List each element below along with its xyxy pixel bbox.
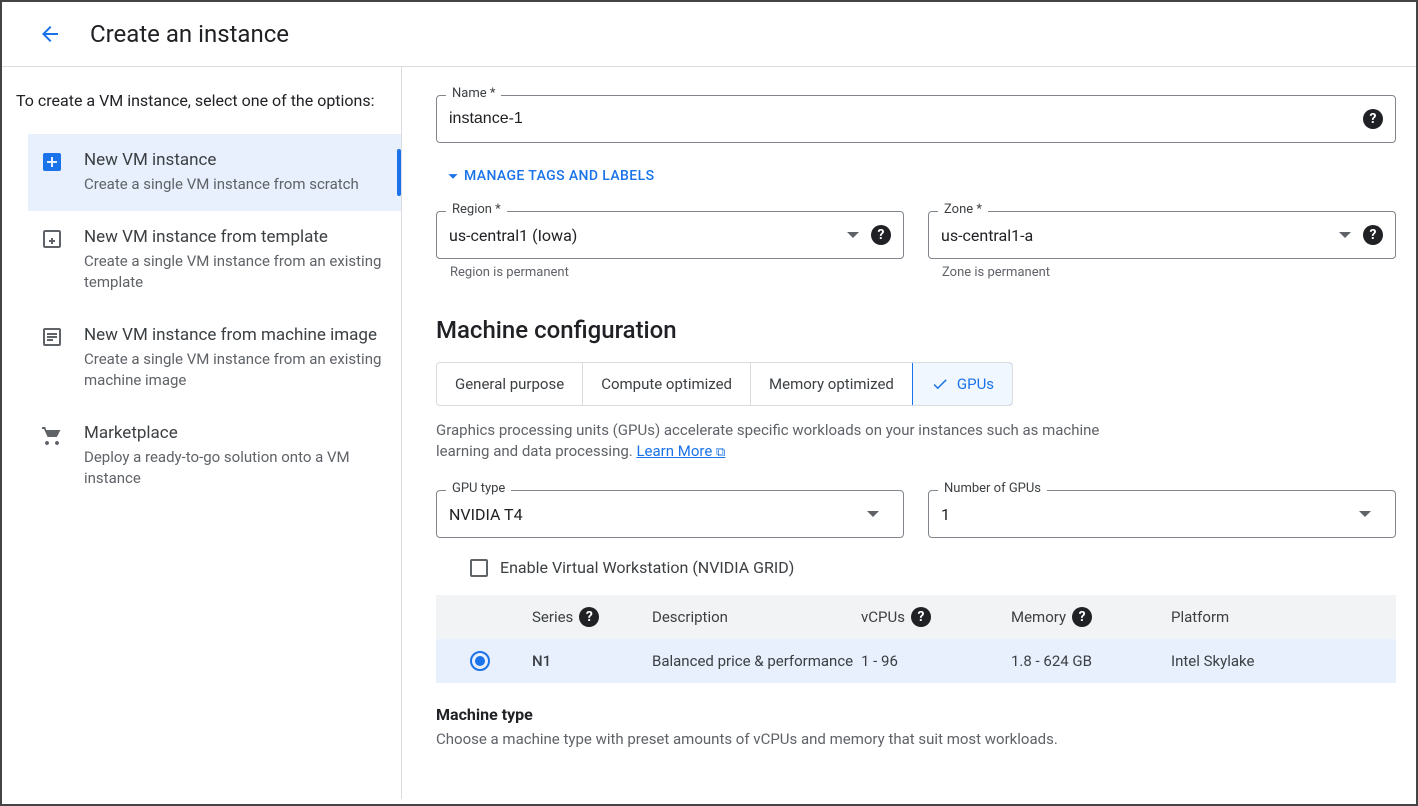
content-area: Name * ? MANAGE TAGS AND LABELS Region *… bbox=[402, 67, 1416, 799]
help-icon[interactable]: ? bbox=[579, 607, 599, 627]
series-name: N1 bbox=[532, 652, 652, 670]
name-label: Name * bbox=[446, 86, 501, 101]
manage-tags-label: MANAGE TAGS AND LABELS bbox=[464, 168, 654, 184]
sidebar-item-title: New VM instance from template bbox=[84, 227, 385, 247]
machine-image-icon bbox=[40, 325, 64, 349]
th-series: Series bbox=[532, 608, 573, 626]
help-icon[interactable]: ? bbox=[1072, 607, 1092, 627]
th-description: Description bbox=[652, 608, 861, 626]
series-row-n1[interactable]: N1 Balanced price & performance 1 - 96 1… bbox=[436, 639, 1396, 683]
sidebar-item-marketplace[interactable]: Marketplace Deploy a ready-to-go solutio… bbox=[28, 407, 401, 505]
chevron-down-icon bbox=[867, 511, 879, 517]
series-memory: 1.8 - 624 GB bbox=[1011, 652, 1171, 670]
tab-gpus[interactable]: GPUs bbox=[912, 362, 1013, 406]
back-arrow-icon[interactable] bbox=[38, 22, 62, 46]
sidebar-item-desc: Create a single VM instance from scratch bbox=[84, 174, 359, 195]
sidebar-item-title: Marketplace bbox=[84, 423, 385, 443]
gpu-type-label: GPU type bbox=[446, 481, 511, 496]
gpu-count-label: Number of GPUs bbox=[938, 481, 1047, 496]
external-link-icon: ⧉ bbox=[716, 445, 725, 460]
chevron-down-icon bbox=[1359, 511, 1371, 517]
gpu-count-field: Number of GPUs 1 bbox=[928, 490, 1396, 538]
tab-general-purpose[interactable]: General purpose bbox=[437, 363, 583, 405]
th-memory: Memory bbox=[1011, 608, 1066, 626]
series-platform: Intel Skylake bbox=[1171, 652, 1380, 670]
learn-more-link[interactable]: Learn More ⧉ bbox=[636, 442, 725, 460]
zone-value: us-central1-a bbox=[941, 226, 1339, 245]
th-vcpus: vCPUs bbox=[861, 608, 905, 626]
th-platform: Platform bbox=[1171, 608, 1380, 626]
sidebar-item-title: New VM instance from machine image bbox=[84, 325, 385, 345]
sidebar: To create a VM instance, select one of t… bbox=[2, 67, 402, 799]
page-header: Create an instance bbox=[2, 2, 1416, 67]
sidebar-item-new-vm[interactable]: New VM instance Create a single VM insta… bbox=[28, 134, 401, 211]
machine-config-heading: Machine configuration bbox=[436, 316, 1396, 344]
series-radio[interactable] bbox=[470, 651, 490, 671]
template-icon bbox=[40, 227, 64, 251]
help-icon[interactable]: ? bbox=[911, 607, 931, 627]
add-box-icon bbox=[40, 150, 64, 174]
manage-tags-labels-button[interactable]: MANAGE TAGS AND LABELS bbox=[442, 165, 1396, 187]
gpu-count-select[interactable]: 1 bbox=[928, 490, 1396, 538]
vws-checkbox-row: Enable Virtual Workstation (NVIDIA GRID) bbox=[470, 558, 1396, 577]
series-table-header: Series ? Description vCPUs ? Memory ? Pl… bbox=[436, 595, 1396, 639]
check-icon bbox=[931, 375, 949, 393]
gpu-tab-description: Graphics processing units (GPUs) acceler… bbox=[436, 420, 1136, 462]
sidebar-item-title: New VM instance bbox=[84, 150, 359, 170]
zone-field: Zone * us-central1-a ? bbox=[928, 211, 1396, 259]
region-field: Region * us-central1 (Iowa) ? bbox=[436, 211, 904, 259]
zone-select[interactable]: us-central1-a ? bbox=[928, 211, 1396, 259]
machine-type-desc: Choose a machine type with preset amount… bbox=[436, 730, 1396, 748]
zone-label: Zone * bbox=[938, 202, 988, 217]
region-label: Region * bbox=[446, 202, 507, 217]
machine-family-tabs: General purpose Compute optimized Memory… bbox=[436, 362, 1013, 406]
machine-type-heading: Machine type bbox=[436, 705, 1396, 724]
chevron-down-icon bbox=[442, 165, 464, 187]
zone-hint: Zone is permanent bbox=[942, 265, 1396, 280]
page-title: Create an instance bbox=[90, 20, 289, 48]
series-vcpus: 1 - 96 bbox=[861, 652, 1011, 670]
region-value: us-central1 (Iowa) bbox=[449, 226, 847, 245]
tab-memory-optimized[interactable]: Memory optimized bbox=[751, 363, 913, 405]
tab-compute-optimized[interactable]: Compute optimized bbox=[583, 363, 751, 405]
vws-checkbox[interactable] bbox=[470, 559, 488, 577]
gpu-count-value: 1 bbox=[941, 505, 1359, 524]
sidebar-item-desc: Create a single VM instance from an exis… bbox=[84, 349, 385, 391]
region-hint: Region is permanent bbox=[450, 265, 904, 280]
region-select[interactable]: us-central1 (Iowa) ? bbox=[436, 211, 904, 259]
gpu-type-select[interactable]: NVIDIA T4 bbox=[436, 490, 904, 538]
gpu-type-value: NVIDIA T4 bbox=[449, 505, 867, 524]
name-field: Name * ? bbox=[436, 95, 1396, 143]
tab-gpus-label: GPUs bbox=[957, 375, 994, 393]
series-description: Balanced price & performance bbox=[652, 652, 861, 670]
gpu-type-field: GPU type NVIDIA T4 bbox=[436, 490, 904, 538]
name-input[interactable] bbox=[449, 110, 1363, 128]
sidebar-item-from-image[interactable]: New VM instance from machine image Creat… bbox=[28, 309, 401, 407]
marketplace-icon bbox=[40, 423, 64, 447]
help-icon[interactable]: ? bbox=[1363, 109, 1383, 129]
sidebar-item-desc: Create a single VM instance from an exis… bbox=[84, 251, 385, 293]
chevron-down-icon bbox=[847, 232, 859, 238]
sidebar-item-desc: Deploy a ready-to-go solution onto a VM … bbox=[84, 447, 385, 489]
sidebar-item-from-template[interactable]: New VM instance from template Create a s… bbox=[28, 211, 401, 309]
help-icon[interactable]: ? bbox=[1363, 225, 1383, 245]
help-icon[interactable]: ? bbox=[871, 225, 891, 245]
chevron-down-icon bbox=[1339, 232, 1351, 238]
sidebar-prompt: To create a VM instance, select one of t… bbox=[16, 91, 401, 110]
series-table: Series ? Description vCPUs ? Memory ? Pl… bbox=[436, 595, 1396, 683]
vws-checkbox-label: Enable Virtual Workstation (NVIDIA GRID) bbox=[500, 558, 794, 577]
